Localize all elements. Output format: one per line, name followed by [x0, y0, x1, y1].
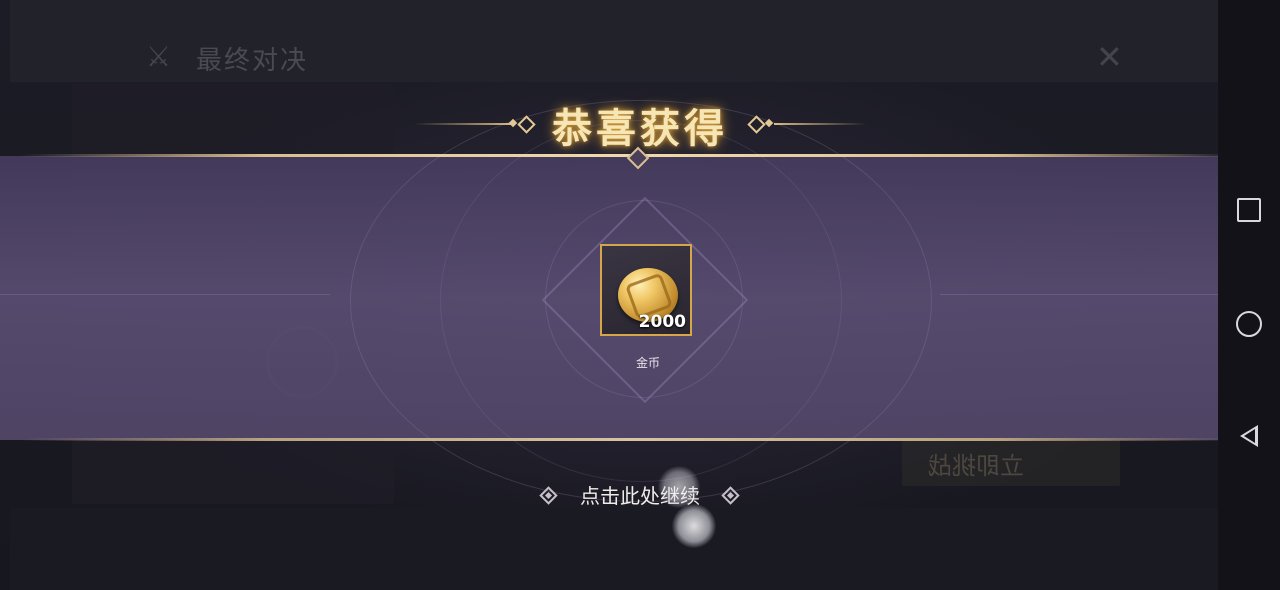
back-button[interactable]: [1231, 418, 1267, 454]
crossed-swords-icon: ⚔: [146, 40, 172, 73]
reward-title: 恭喜获得: [552, 106, 728, 152]
item-name: 金币: [635, 356, 660, 370]
continue-prompt[interactable]: 点击此处继续: [539, 480, 740, 510]
background-close-icon: ✕: [1096, 38, 1123, 76]
touch-indicator: [672, 504, 716, 548]
background-top-bar: [10, 0, 1218, 82]
band-divider-left: [0, 294, 330, 295]
home-button[interactable]: [1231, 306, 1267, 342]
recents-button[interactable]: [1231, 192, 1267, 228]
item-count: 2000: [638, 312, 686, 332]
background-mode-title: 最终对决: [196, 46, 309, 76]
background-challenge-label: 立即挑战: [928, 452, 1024, 480]
triangle-back-icon: [1240, 425, 1258, 447]
reward-header: 恭喜获得: [408, 96, 872, 156]
continue-label: 点击此处继续: [580, 484, 700, 508]
ornament-line-right: [774, 123, 866, 125]
circle-icon: [1236, 311, 1262, 337]
reward-item-card[interactable]: 2000: [600, 244, 692, 336]
touch-indicator: [658, 466, 700, 508]
band-divider-right: [940, 294, 1218, 295]
square-icon: [1237, 198, 1261, 222]
background-bottom-bar: [10, 508, 1218, 590]
system-nav-bar: [1218, 0, 1280, 590]
band-bottom-border: [20, 438, 1240, 441]
